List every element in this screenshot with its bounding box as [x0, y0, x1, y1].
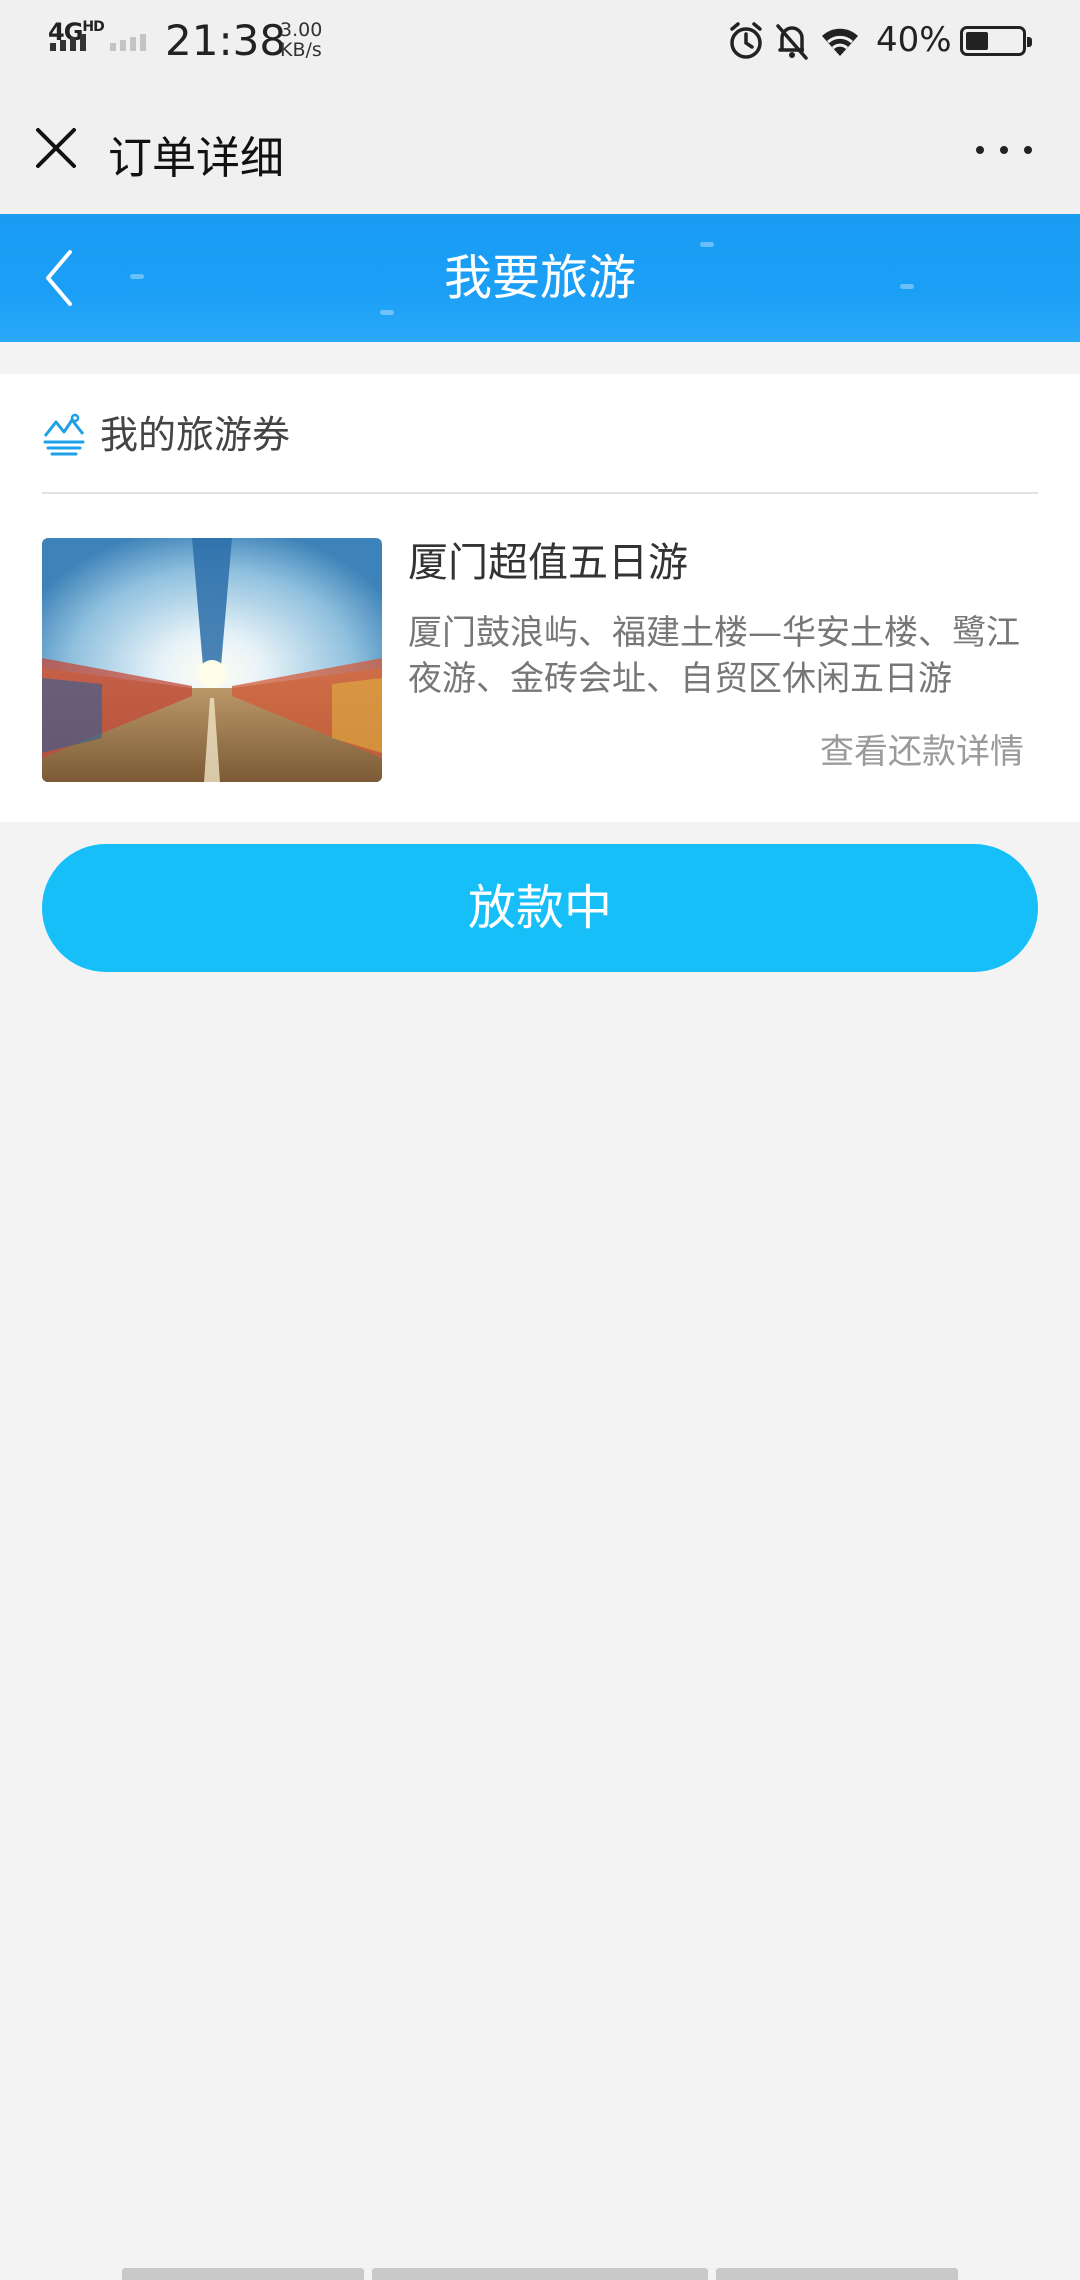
battery-level: [966, 32, 988, 50]
navigation-handle: [0, 2268, 1080, 2280]
signal-icon: [50, 34, 86, 51]
nav-bar: 订单详细: [0, 84, 1080, 214]
battery-icon: [960, 26, 1032, 56]
product-title: 厦门超值五日游: [408, 540, 688, 586]
more-icon[interactable]: [972, 122, 1036, 178]
page-title: 订单详细: [108, 133, 284, 184]
battery-percent: 40%: [876, 20, 952, 60]
product-image[interactable]: [42, 538, 382, 782]
mountain-icon: [43, 413, 85, 456]
voucher-section-header: 我的旅游券: [42, 374, 1038, 494]
wifi-icon: [822, 28, 858, 56]
status-time: 21:38: [165, 16, 287, 65]
voucher-section-label: 我的旅游券: [100, 413, 291, 457]
voucher-card: 我的旅游券 厦门超值五日游 厦门鼓浪屿、福建土楼—华安土楼、鹭江夜游、金砖会址、…: [0, 374, 1080, 822]
travel-header: 我要旅游: [0, 214, 1080, 342]
repayment-details-link[interactable]: 查看还款详情: [820, 724, 1024, 773]
product-description: 厦门鼓浪屿、福建土楼—华安土楼、鹭江夜游、金砖会址、自贸区休闲五日游: [408, 613, 1020, 699]
header-title: 我要旅游: [443, 250, 636, 306]
loan-status-button[interactable]: 放款中: [42, 844, 1038, 972]
signal-secondary-icon: [110, 34, 146, 51]
mute-icon: [776, 24, 808, 60]
net-speed: 3.00 KB/s: [280, 19, 323, 61]
screen: 4GHD 21:38 3.00 KB/s 40% 订单详细 我要旅游 我的旅游券…: [0, 0, 1080, 2280]
status-bar: 4GHD 21:38 3.00 KB/s 40%: [0, 0, 1080, 84]
alarm-icon: [730, 22, 762, 59]
close-icon[interactable]: [28, 120, 84, 176]
